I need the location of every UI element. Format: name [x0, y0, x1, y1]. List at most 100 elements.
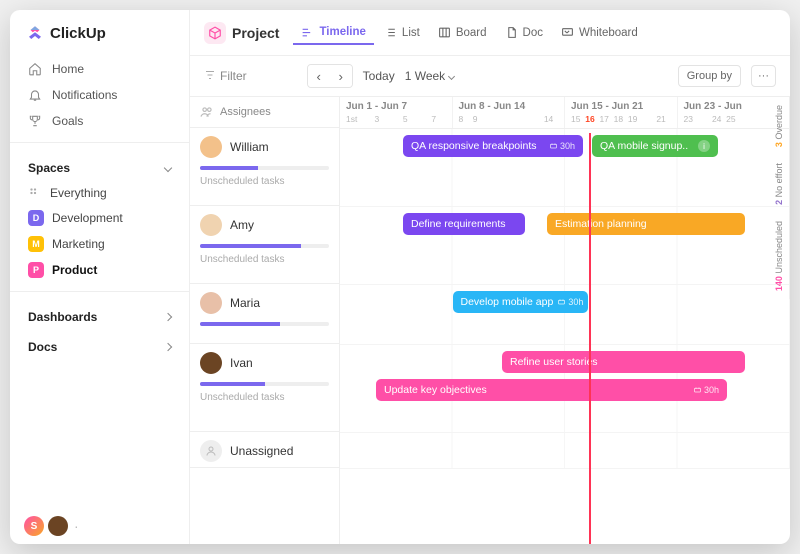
- space-marketing[interactable]: MMarketing: [10, 231, 189, 257]
- nav-goals[interactable]: Goals: [10, 108, 189, 134]
- spaces-header[interactable]: Spaces: [10, 151, 189, 181]
- list-icon: [384, 26, 397, 39]
- status-badge-overdue[interactable]: 3 Overdue: [772, 97, 790, 155]
- space-development[interactable]: DDevelopment: [10, 205, 189, 231]
- task-bar[interactable]: QA mobile signup..i: [592, 135, 718, 157]
- dashboards-header[interactable]: Dashboards: [10, 300, 189, 330]
- progress-bar: [200, 244, 329, 248]
- view-tab-list[interactable]: List: [376, 20, 428, 45]
- day-cell: 3: [374, 114, 388, 124]
- task-bar[interactable]: Refine user stories: [502, 351, 745, 373]
- unscheduled-label: Unscheduled tasks: [200, 254, 329, 265]
- grid-icon: [28, 186, 42, 200]
- progress-bar: [200, 166, 329, 170]
- day-cell: 25: [726, 114, 740, 124]
- assignee-row[interactable]: Unassigned: [190, 432, 339, 468]
- unscheduled-label: Unscheduled tasks: [200, 392, 329, 403]
- date-nav: ‹ ›: [307, 64, 353, 88]
- timeline-row: Develop mobile app30h: [340, 285, 790, 345]
- view-tab-board[interactable]: Board: [430, 20, 495, 45]
- task-bar[interactable]: Develop mobile app30h: [453, 291, 588, 313]
- day-cell: 5: [403, 114, 417, 124]
- task-label: Update key objectives: [384, 384, 487, 396]
- assignee-row[interactable]: Maria: [190, 284, 339, 344]
- prev-button[interactable]: ‹: [308, 65, 330, 87]
- timeline-grid[interactable]: Jun 1 - Jun 71st357Jun 8 - Jun 148914Jun…: [340, 97, 790, 544]
- docs-header[interactable]: Docs: [10, 330, 189, 360]
- view-tab-doc[interactable]: Doc: [497, 20, 551, 45]
- task-bar[interactable]: Define requirements: [403, 213, 525, 235]
- sidebar-more-icon[interactable]: ·: [72, 518, 79, 534]
- day-cell: [530, 114, 544, 124]
- nav-home[interactable]: Home: [10, 56, 189, 82]
- whiteboard-icon: [561, 26, 574, 39]
- assignee-row[interactable]: IvanUnscheduled tasks: [190, 344, 339, 432]
- day-cell: 21: [656, 114, 670, 124]
- user-avatar[interactable]: [48, 516, 68, 536]
- space-badge: M: [28, 236, 44, 252]
- task-label: Develop mobile app: [461, 296, 554, 308]
- status-badge-no-effort[interactable]: 2 No effort: [772, 155, 790, 213]
- toolbar: Filter ‹ › Today 1 Week Group by ···: [190, 56, 790, 97]
- task-bar[interactable]: Update key objectives 30h: [376, 379, 727, 401]
- space-badge: D: [28, 210, 44, 226]
- avatar: [200, 136, 222, 158]
- today-button[interactable]: Today: [363, 69, 395, 83]
- timeline-row: [340, 433, 790, 469]
- sidebar-footer: S ·: [10, 516, 189, 536]
- more-button[interactable]: ···: [751, 65, 776, 87]
- topbar: Project TimelineListBoardDocWhiteboard: [190, 10, 790, 56]
- avatar: [200, 292, 222, 314]
- brand-logo[interactable]: ClickUp: [10, 24, 189, 56]
- day-cell: [698, 114, 712, 124]
- groupby-button[interactable]: Group by: [678, 65, 741, 87]
- day-cell: [360, 114, 374, 124]
- chevron-down-icon: [448, 72, 455, 79]
- avatar: [200, 214, 222, 236]
- progress-bar: [200, 382, 329, 386]
- day-cell: 14: [544, 114, 558, 124]
- assignee-name: Maria: [230, 296, 260, 310]
- home-icon: [28, 62, 42, 76]
- people-icon: [200, 105, 214, 119]
- next-button[interactable]: ›: [330, 65, 352, 87]
- assignees-header[interactable]: Assignees: [190, 97, 339, 128]
- chevron-right-icon: [164, 313, 172, 321]
- status-sidebar: 3 Overdue2 No effort140 Unscheduled: [772, 97, 790, 544]
- task-bar[interactable]: QA responsive breakpoints30h: [403, 135, 583, 157]
- day-cell: 18: [614, 114, 628, 124]
- day-cell: 23: [684, 114, 698, 124]
- day-cell: 17: [599, 114, 613, 124]
- range-dropdown[interactable]: 1 Week: [405, 69, 454, 83]
- workspace-avatar[interactable]: S: [24, 516, 44, 536]
- task-bar[interactable]: Estimation planning: [547, 213, 745, 235]
- day-cell: 9: [473, 114, 487, 124]
- assignee-name: Unassigned: [230, 444, 293, 458]
- avatar: [200, 352, 222, 374]
- space-everything[interactable]: Everything: [10, 181, 189, 205]
- progress-bar: [200, 322, 329, 326]
- clickup-logo-icon: [26, 24, 44, 42]
- week-header: Jun 15 - Jun 21151617181921: [565, 97, 678, 128]
- day-cell: 15: [571, 114, 585, 124]
- filter-button[interactable]: Filter: [204, 69, 247, 84]
- task-label: Refine user stories: [510, 356, 598, 368]
- timeline-row: Refine user stories Update key objectives…: [340, 345, 790, 433]
- status-badge-unscheduled[interactable]: 140 Unscheduled: [772, 213, 790, 299]
- nav-notifications[interactable]: Notifications: [10, 82, 189, 108]
- task-hours: 30h: [693, 385, 719, 395]
- week-header: Jun 1 - Jun 71st357: [340, 97, 453, 128]
- assignee-row[interactable]: AmyUnscheduled tasks: [190, 206, 339, 284]
- assignee-row[interactable]: WilliamUnscheduled tasks: [190, 128, 339, 206]
- timeline-icon: [301, 25, 314, 38]
- doc-icon: [505, 26, 518, 39]
- filter-icon: [204, 69, 216, 84]
- view-tab-whiteboard[interactable]: Whiteboard: [553, 20, 646, 45]
- day-cell: 1st: [346, 114, 360, 124]
- timeline-row: QA responsive breakpoints30h QA mobile si…: [340, 129, 790, 207]
- trophy-icon: [28, 114, 42, 128]
- day-cell: 7: [431, 114, 445, 124]
- bell-icon: [28, 88, 42, 102]
- view-tab-timeline[interactable]: Timeline: [293, 20, 373, 45]
- space-product[interactable]: PProduct: [10, 257, 189, 283]
